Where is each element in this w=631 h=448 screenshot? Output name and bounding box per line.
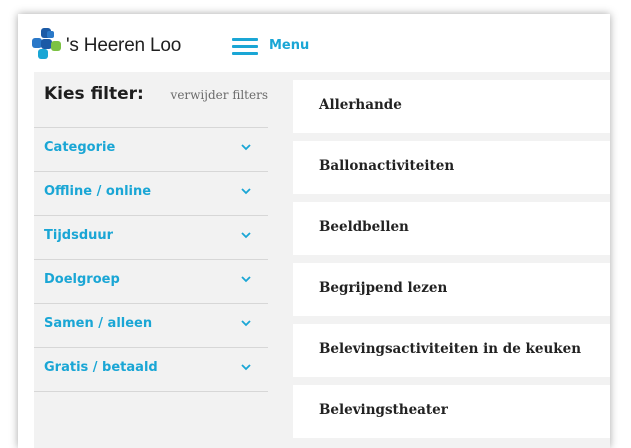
activity-card[interactable]: Allerhande xyxy=(293,80,610,133)
activity-list: Allerhande Ballonactiviteiten Beeldbelle… xyxy=(268,72,610,448)
filter-label: Samen / alleen xyxy=(44,316,153,331)
app-window: 's Heeren Loo Menu Kies filter: verwijde… xyxy=(18,14,610,448)
chevron-down-icon xyxy=(241,276,251,283)
filter-label: Tijdsduur xyxy=(44,228,114,243)
top-navigation-bar: 's Heeren Loo Menu xyxy=(18,14,610,72)
filter-label: Gratis / betaald xyxy=(44,360,158,375)
filter-tijdsduur[interactable]: Tijdsduur xyxy=(34,215,268,259)
filter-header: Kies filter: verwijder filters xyxy=(34,72,268,127)
filter-label: Categorie xyxy=(44,140,116,155)
activity-card[interactable]: Belevingstheater xyxy=(293,385,610,438)
filter-doelgroep[interactable]: Doelgroep xyxy=(34,259,268,303)
filter-samen-alleen[interactable]: Samen / alleen xyxy=(34,303,268,347)
activity-card[interactable]: Begrijpend lezen xyxy=(293,263,610,316)
puzzle-flower-logo-icon[interactable] xyxy=(32,28,62,60)
brand-name[interactable]: 's Heeren Loo xyxy=(66,35,181,57)
filter-label: Doelgroep xyxy=(44,272,120,287)
activity-title: Allerhande xyxy=(319,97,402,113)
chevron-down-icon xyxy=(241,364,251,371)
activity-card[interactable]: Ballonactiviteiten xyxy=(293,141,610,194)
activity-title: Belevingstheater xyxy=(319,402,448,418)
clear-filters-link[interactable]: verwijder filters xyxy=(171,88,268,102)
filter-title: Kies filter: xyxy=(44,84,144,104)
filter-list: Categorie Offline / online Tijdsduur Doe… xyxy=(34,127,268,392)
chevron-down-icon xyxy=(241,320,251,327)
activity-title: Ballonactiviteiten xyxy=(319,158,455,174)
chevron-down-icon xyxy=(241,188,251,195)
activity-card[interactable]: Belevingsactiviteiten in de keuken xyxy=(293,324,610,377)
activity-title: Begrijpend lezen xyxy=(319,280,448,296)
filter-label: Offline / online xyxy=(44,184,152,199)
chevron-down-icon xyxy=(241,144,251,151)
hamburger-icon xyxy=(232,38,258,55)
filter-gratis-betaald[interactable]: Gratis / betaald xyxy=(34,347,268,392)
filter-sidebar: Kies filter: verwijder filters Categorie… xyxy=(34,72,268,448)
menu-label: Menu xyxy=(269,38,310,53)
activity-title: Belevingsactiviteiten in de keuken xyxy=(319,341,582,357)
activity-title: Beeldbellen xyxy=(319,219,409,235)
filter-offline-online[interactable]: Offline / online xyxy=(34,171,268,215)
chevron-down-icon xyxy=(241,232,251,239)
filter-categorie[interactable]: Categorie xyxy=(34,127,268,171)
activity-card[interactable]: Beeldbellen xyxy=(293,202,610,255)
